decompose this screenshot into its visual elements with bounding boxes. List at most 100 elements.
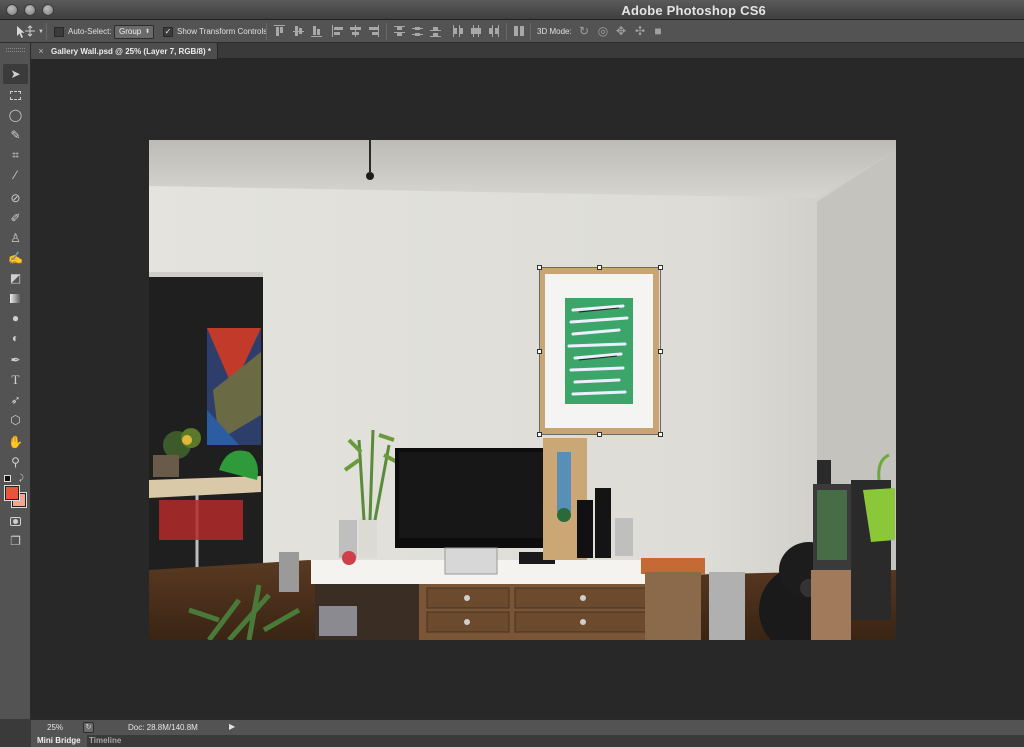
- status-bar: 25% ↻ Doc: 28.8M/140.8M ▶: [31, 719, 1024, 735]
- document-tab[interactable]: × Gallery Wall.psd @ 25% (Layer 7, RGB/8…: [31, 43, 218, 59]
- brush-tool[interactable]: ✐: [3, 208, 28, 228]
- auto-select-check[interactable]: [54, 26, 64, 37]
- zoom-window-button[interactable]: [42, 4, 54, 16]
- history-brush-icon: ✍: [8, 251, 23, 265]
- gradient-tool[interactable]: [3, 288, 28, 308]
- bandage-icon: ⊘: [10, 191, 21, 205]
- default-colors-icon[interactable]: [4, 475, 11, 482]
- transform-handle-bottom-center[interactable]: [597, 432, 602, 437]
- drag-3d-icon[interactable]: ✥: [614, 24, 628, 38]
- 3d-mode-label: 3D Mode:: [537, 27, 572, 36]
- toolbox-panel: ➤ ◯ ✎ ⌗ ⁄ ⊘ ✐ ♙ ✍ ◩ ● ◐ ✒ T ➶ ⬡ ✋ ⚲ ⤸ ❐: [0, 43, 31, 719]
- path-selection-tool[interactable]: ➶: [3, 390, 28, 410]
- chevron-down-icon: ▼: [38, 28, 44, 35]
- pen-tool[interactable]: ✒: [3, 350, 28, 370]
- window-title: Adobe Photoshop CS6: [621, 3, 766, 18]
- options-bar: ▼ Auto-Select: Group ⬍ ✓ Show Transform C…: [0, 20, 1024, 43]
- hand-tool[interactable]: ✋: [3, 432, 28, 452]
- dodge-tool[interactable]: ◐: [3, 328, 28, 348]
- foreground-color-swatch[interactable]: [4, 485, 20, 501]
- align-bottom-edges-icon[interactable]: [311, 25, 322, 37]
- crop-tool[interactable]: ⌗: [3, 145, 28, 165]
- distribute-bottom-edges-icon[interactable]: [430, 25, 441, 37]
- type-tool[interactable]: T: [3, 370, 28, 390]
- status-menu-icon[interactable]: ↻: [83, 722, 94, 733]
- document-tab-title: Gallery Wall.psd @ 25% (Layer 7, RGB/8) …: [51, 46, 212, 56]
- document-tab-bar: × Gallery Wall.psd @ 25% (Layer 7, RGB/8…: [31, 43, 1024, 59]
- distribute-right-edges-icon[interactable]: [488, 25, 499, 37]
- panel-dock-corner: [0, 719, 31, 747]
- history-brush-tool[interactable]: ✍: [3, 248, 28, 268]
- roll-3d-icon[interactable]: ◎: [596, 24, 610, 38]
- minimize-window-button[interactable]: [24, 4, 36, 16]
- document-size: Doc: 28.8M/140.8M: [128, 723, 198, 732]
- scale-3d-icon[interactable]: ■: [651, 24, 665, 38]
- tab-timeline[interactable]: Timeline: [83, 735, 127, 747]
- tab-mini-bridge[interactable]: Mini Bridge: [31, 735, 87, 747]
- zoom-level[interactable]: 25%: [47, 723, 63, 732]
- quick-mask-icon: [10, 516, 21, 526]
- document-canvas-image[interactable]: [149, 140, 896, 640]
- options-separator: [386, 23, 387, 40]
- transform-handle-top-center[interactable]: [597, 265, 602, 270]
- tool-preset-picker[interactable]: ▼: [14, 20, 44, 43]
- close-tab-icon[interactable]: ×: [35, 46, 47, 56]
- align-horizontal-centers-icon[interactable]: [350, 25, 361, 37]
- slide-3d-icon[interactable]: ✣: [633, 24, 647, 38]
- distribute-vertical-centers-icon[interactable]: [412, 25, 423, 37]
- transform-handle-bottom-left[interactable]: [537, 432, 542, 437]
- marquee-tool[interactable]: [3, 85, 28, 105]
- eyedropper-icon: ⁄: [14, 168, 17, 182]
- transform-handle-bottom-right[interactable]: [658, 432, 663, 437]
- options-separator: [266, 23, 267, 40]
- distribute-left-edges-icon[interactable]: [452, 25, 463, 37]
- zoom-tool[interactable]: ⚲: [3, 452, 28, 472]
- transform-handle-top-left[interactable]: [537, 265, 542, 270]
- eraser-tool[interactable]: ◩: [3, 268, 28, 288]
- status-info-arrow-icon[interactable]: ▶: [229, 722, 235, 731]
- lasso-tool[interactable]: ◯: [3, 105, 28, 125]
- distribute-top-edges-icon[interactable]: [394, 25, 405, 37]
- screen-mode[interactable]: ❐: [3, 531, 28, 551]
- align-right-edges-icon[interactable]: [368, 25, 379, 37]
- canvas-area[interactable]: [31, 60, 1024, 719]
- transform-handle-top-right[interactable]: [658, 265, 663, 270]
- show-transform-controls-checkbox[interactable]: ✓ Show Transform Controls: [163, 20, 267, 43]
- distribute-horizontal-centers-icon[interactable]: [470, 25, 481, 37]
- dropdown-arrow-icon: ⬍: [144, 29, 150, 35]
- eyedropper-tool[interactable]: ⁄: [3, 165, 28, 185]
- options-separator: [530, 23, 531, 40]
- dodge-icon: ◐: [11, 331, 20, 345]
- auto-select-checkbox[interactable]: Auto-Select:: [54, 20, 112, 43]
- title-bar: Adobe Photoshop CS6: [0, 0, 1024, 20]
- shape-tool[interactable]: ⬡: [3, 410, 28, 430]
- move-tool-icon: ➤: [10, 67, 21, 81]
- auto-align-layers-icon[interactable]: [514, 25, 525, 37]
- show-transform-check[interactable]: ✓: [163, 26, 173, 37]
- auto-select-target-dropdown[interactable]: Group ⬍: [114, 20, 154, 43]
- options-separator: [506, 23, 507, 40]
- align-left-edges-icon[interactable]: [332, 25, 343, 37]
- clone-stamp-tool[interactable]: ♙: [3, 228, 28, 248]
- crop-icon: ⌗: [12, 147, 19, 162]
- quick-selection-tool[interactable]: ✎: [3, 125, 28, 145]
- move-tool[interactable]: ➤: [3, 64, 28, 84]
- type-icon: T: [11, 372, 20, 387]
- align-vertical-centers-icon[interactable]: [293, 25, 304, 37]
- marquee-icon: [10, 90, 21, 100]
- transform-handle-middle-right[interactable]: [658, 349, 663, 354]
- toolbox-grip[interactable]: [6, 48, 25, 52]
- blur-tool[interactable]: ●: [3, 308, 28, 328]
- shape-icon: ⬡: [10, 413, 21, 427]
- swap-colors-icon[interactable]: ⤸: [19, 473, 24, 483]
- drop-icon: ●: [11, 311, 20, 325]
- align-top-edges-icon[interactable]: [274, 25, 285, 37]
- magnifier-icon: ⚲: [11, 455, 20, 469]
- close-window-button[interactable]: [6, 4, 18, 16]
- quick-mask-mode[interactable]: [3, 511, 28, 531]
- transform-handle-middle-left[interactable]: [537, 349, 542, 354]
- bottom-panel-tabs: Mini Bridge Timeline: [31, 735, 1024, 747]
- auto-select-label: Auto-Select:: [68, 27, 112, 36]
- rotate-3d-icon[interactable]: ↻: [577, 24, 591, 38]
- spot-healing-tool[interactable]: ⊘: [3, 188, 28, 208]
